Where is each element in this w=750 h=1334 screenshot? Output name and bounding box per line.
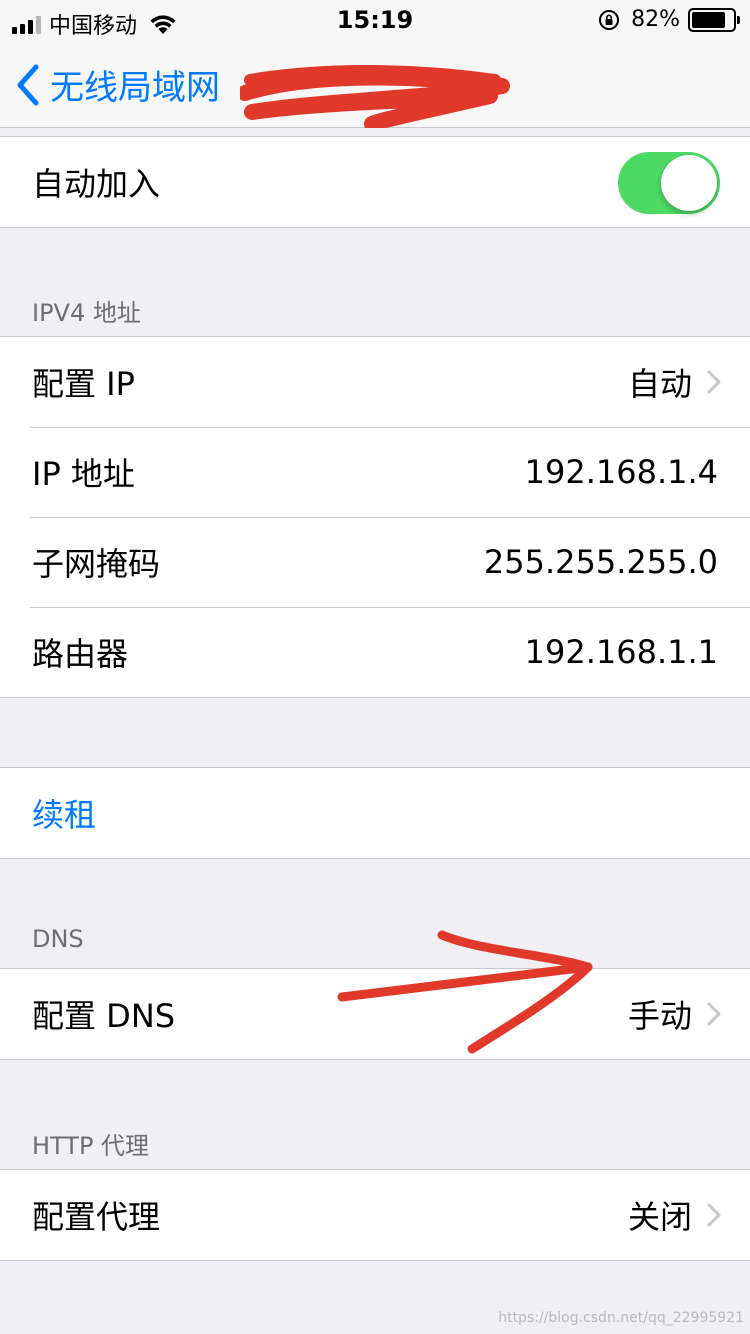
configure-ip-row[interactable]: 配置 IP 自动 — [0, 337, 750, 427]
battery-fill — [692, 11, 725, 28]
auto-join-label: 自动加入 — [32, 165, 161, 203]
renew-lease-button[interactable]: 续租 — [0, 768, 750, 858]
back-chevron-icon — [17, 64, 39, 105]
toggle-knob — [661, 155, 717, 211]
subnet-mask-row: 子网掩码 255.255.255.0 — [0, 517, 750, 607]
subnet-mask-value: 255.255.255.0 — [483, 543, 718, 581]
configure-ip-value: 自动 — [627, 365, 692, 403]
router-label: 路由器 — [32, 635, 129, 673]
configure-proxy-row[interactable]: 配置代理 关闭 — [0, 1170, 750, 1260]
http-proxy-section-header: HTTP 代理 — [32, 1132, 150, 1160]
configure-dns-value: 手动 — [627, 997, 692, 1035]
battery-icon — [688, 7, 740, 32]
watermark: https://blog.csdn.net/qq_22995921 — [498, 1310, 744, 1326]
dns-section-header: DNS — [32, 925, 84, 953]
configure-proxy-label: 配置代理 — [32, 1198, 161, 1236]
renew-lease-group: 续租 — [0, 767, 750, 859]
auto-join-toggle[interactable] — [618, 152, 720, 214]
chevron-right-icon — [707, 370, 721, 394]
rotation-lock-icon — [599, 9, 620, 30]
chevron-right-icon — [707, 1203, 721, 1227]
navigation-bar: 无线局域网 — [0, 40, 750, 128]
router-value: 192.168.1.1 — [524, 633, 718, 671]
status-bar: 中国移动 15:19 82% — [0, 0, 750, 40]
battery-percent: 82% — [631, 7, 680, 32]
configure-dns-label: 配置 DNS — [32, 997, 176, 1035]
router-row: 路由器 192.168.1.1 — [0, 607, 750, 697]
back-button-label: 无线局域网 — [50, 68, 220, 108]
ip-address-label: IP 地址 — [32, 455, 135, 493]
configure-ip-label: 配置 IP — [32, 365, 135, 403]
chevron-right-icon — [707, 1002, 721, 1026]
subnet-mask-label: 子网掩码 — [32, 545, 161, 583]
annotation-arrow — [337, 930, 593, 1054]
ipv4-group: 配置 IP 自动 IP 地址 192.168.1.4 子网掩码 255.255.… — [0, 336, 750, 698]
http-proxy-group: 配置代理 关闭 — [0, 1169, 750, 1261]
auto-join-row: 自动加入 — [0, 137, 750, 227]
ip-address-row: IP 地址 192.168.1.4 — [0, 427, 750, 517]
redaction-scribble — [240, 65, 510, 128]
ipv4-section-header: IPV4 地址 — [32, 299, 141, 327]
back-button[interactable]: 无线局域网 — [14, 60, 220, 109]
ip-address-value: 192.168.1.4 — [524, 453, 718, 491]
configure-proxy-value: 关闭 — [627, 1198, 692, 1236]
auto-join-group: 自动加入 — [0, 136, 750, 228]
renew-lease-label: 续租 — [32, 796, 97, 834]
